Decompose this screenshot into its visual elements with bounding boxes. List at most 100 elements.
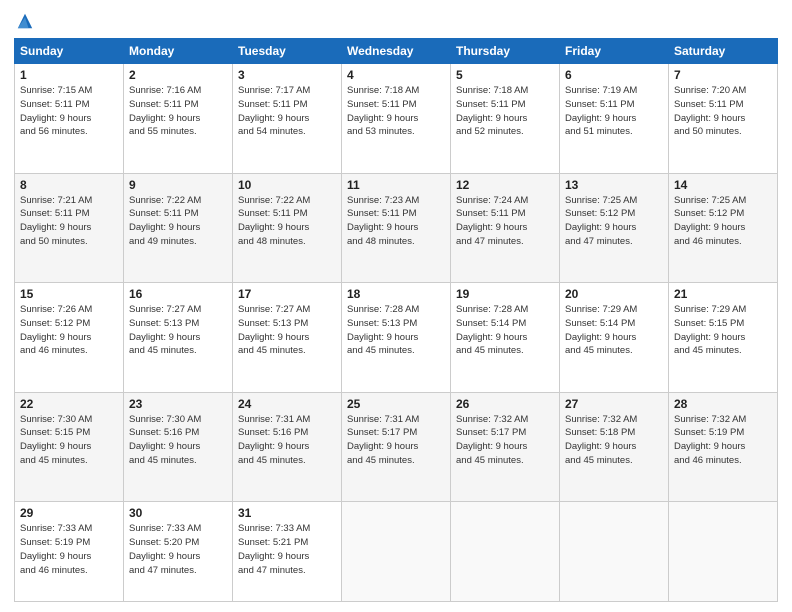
day-info: Sunrise: 7:22 AM Sunset: 5:11 PM Dayligh… bbox=[238, 194, 336, 249]
calendar-cell: 3 Sunrise: 7:17 AM Sunset: 5:11 PM Daylig… bbox=[233, 64, 342, 174]
day-number: 5 bbox=[456, 68, 554, 82]
logo-text bbox=[14, 10, 34, 30]
calendar-cell: 22 Sunrise: 7:30 AM Sunset: 5:15 PM Dayli… bbox=[15, 392, 124, 502]
day-number: 22 bbox=[20, 397, 118, 411]
calendar-cell: 23 Sunrise: 7:30 AM Sunset: 5:16 PM Dayli… bbox=[124, 392, 233, 502]
day-info: Sunrise: 7:15 AM Sunset: 5:11 PM Dayligh… bbox=[20, 84, 118, 139]
day-info: Sunrise: 7:29 AM Sunset: 5:15 PM Dayligh… bbox=[674, 303, 772, 358]
weekday-header: Friday bbox=[560, 39, 669, 64]
day-number: 30 bbox=[129, 506, 227, 520]
calendar-cell: 21 Sunrise: 7:29 AM Sunset: 5:15 PM Dayli… bbox=[669, 283, 778, 393]
day-info: Sunrise: 7:24 AM Sunset: 5:11 PM Dayligh… bbox=[456, 194, 554, 249]
page: SundayMondayTuesdayWednesdayThursdayFrid… bbox=[0, 0, 792, 612]
day-number: 23 bbox=[129, 397, 227, 411]
day-number: 24 bbox=[238, 397, 336, 411]
day-number: 18 bbox=[347, 287, 445, 301]
calendar-cell: 11 Sunrise: 7:23 AM Sunset: 5:11 PM Dayli… bbox=[342, 173, 451, 283]
day-info: Sunrise: 7:33 AM Sunset: 5:21 PM Dayligh… bbox=[238, 522, 336, 577]
day-number: 20 bbox=[565, 287, 663, 301]
calendar-cell: 17Sunrise: 7:27 AM Sunset: 5:13 PM Dayli… bbox=[233, 283, 342, 393]
calendar-cell: 10 Sunrise: 7:22 AM Sunset: 5:11 PM Dayli… bbox=[233, 173, 342, 283]
calendar-cell: 26 Sunrise: 7:32 AM Sunset: 5:17 PM Dayli… bbox=[451, 392, 560, 502]
day-info: Sunrise: 7:32 AM Sunset: 5:17 PM Dayligh… bbox=[456, 413, 554, 468]
calendar-cell: 30 Sunrise: 7:33 AM Sunset: 5:20 PM Dayli… bbox=[124, 502, 233, 602]
calendar-cell: 1Sunrise: 7:15 AM Sunset: 5:11 PM Daylig… bbox=[15, 64, 124, 174]
weekday-header: Sunday bbox=[15, 39, 124, 64]
weekday-header: Saturday bbox=[669, 39, 778, 64]
day-number: 11 bbox=[347, 178, 445, 192]
day-number: 29 bbox=[20, 506, 118, 520]
day-info: Sunrise: 7:30 AM Sunset: 5:16 PM Dayligh… bbox=[129, 413, 227, 468]
day-info: Sunrise: 7:30 AM Sunset: 5:15 PM Dayligh… bbox=[20, 413, 118, 468]
day-number: 8 bbox=[20, 178, 118, 192]
header-row: SundayMondayTuesdayWednesdayThursdayFrid… bbox=[15, 39, 778, 64]
calendar-cell: 7Sunrise: 7:20 AM Sunset: 5:11 PM Daylig… bbox=[669, 64, 778, 174]
day-number: 21 bbox=[674, 287, 772, 301]
weekday-header: Wednesday bbox=[342, 39, 451, 64]
day-number: 9 bbox=[129, 178, 227, 192]
day-info: Sunrise: 7:22 AM Sunset: 5:11 PM Dayligh… bbox=[129, 194, 227, 249]
calendar-cell: 18 Sunrise: 7:28 AM Sunset: 5:13 PM Dayli… bbox=[342, 283, 451, 393]
calendar-cell: 14 Sunrise: 7:25 AM Sunset: 5:12 PM Dayli… bbox=[669, 173, 778, 283]
calendar-cell: 28Sunrise: 7:32 AM Sunset: 5:19 PM Dayli… bbox=[669, 392, 778, 502]
day-info: Sunrise: 7:25 AM Sunset: 5:12 PM Dayligh… bbox=[674, 194, 772, 249]
day-info: Sunrise: 7:17 AM Sunset: 5:11 PM Dayligh… bbox=[238, 84, 336, 139]
day-info: Sunrise: 7:23 AM Sunset: 5:11 PM Dayligh… bbox=[347, 194, 445, 249]
calendar-cell: 2Sunrise: 7:16 AM Sunset: 5:11 PM Daylig… bbox=[124, 64, 233, 174]
calendar-cell: 8 Sunrise: 7:21 AM Sunset: 5:11 PM Daylig… bbox=[15, 173, 124, 283]
day-number: 10 bbox=[238, 178, 336, 192]
day-number: 19 bbox=[456, 287, 554, 301]
day-info: Sunrise: 7:33 AM Sunset: 5:19 PM Dayligh… bbox=[20, 522, 118, 577]
day-number: 14 bbox=[674, 178, 772, 192]
day-info: Sunrise: 7:28 AM Sunset: 5:14 PM Dayligh… bbox=[456, 303, 554, 358]
header bbox=[14, 10, 778, 30]
logo bbox=[14, 10, 34, 30]
calendar-cell: 27 Sunrise: 7:32 AM Sunset: 5:18 PM Dayli… bbox=[560, 392, 669, 502]
weekday-header: Monday bbox=[124, 39, 233, 64]
day-number: 27 bbox=[565, 397, 663, 411]
day-info: Sunrise: 7:33 AM Sunset: 5:20 PM Dayligh… bbox=[129, 522, 227, 577]
day-info: Sunrise: 7:31 AM Sunset: 5:17 PM Dayligh… bbox=[347, 413, 445, 468]
calendar-cell: 16 Sunrise: 7:27 AM Sunset: 5:13 PM Dayli… bbox=[124, 283, 233, 393]
calendar-cell: 20Sunrise: 7:29 AM Sunset: 5:14 PM Dayli… bbox=[560, 283, 669, 393]
day-info: Sunrise: 7:25 AM Sunset: 5:12 PM Dayligh… bbox=[565, 194, 663, 249]
calendar-cell: 29 Sunrise: 7:33 AM Sunset: 5:19 PM Dayli… bbox=[15, 502, 124, 602]
day-info: Sunrise: 7:19 AM Sunset: 5:11 PM Dayligh… bbox=[565, 84, 663, 139]
calendar-cell: 4 Sunrise: 7:18 AM Sunset: 5:11 PM Daylig… bbox=[342, 64, 451, 174]
day-number: 16 bbox=[129, 287, 227, 301]
day-info: Sunrise: 7:26 AM Sunset: 5:12 PM Dayligh… bbox=[20, 303, 118, 358]
day-number: 3 bbox=[238, 68, 336, 82]
day-info: Sunrise: 7:18 AM Sunset: 5:11 PM Dayligh… bbox=[456, 84, 554, 139]
day-number: 12 bbox=[456, 178, 554, 192]
day-number: 26 bbox=[456, 397, 554, 411]
day-number: 15 bbox=[20, 287, 118, 301]
day-info: Sunrise: 7:21 AM Sunset: 5:11 PM Dayligh… bbox=[20, 194, 118, 249]
calendar-cell: 24 Sunrise: 7:31 AM Sunset: 5:16 PM Dayli… bbox=[233, 392, 342, 502]
day-number: 4 bbox=[347, 68, 445, 82]
day-info: Sunrise: 7:27 AM Sunset: 5:13 PM Dayligh… bbox=[129, 303, 227, 358]
day-number: 25 bbox=[347, 397, 445, 411]
calendar-cell: 5 Sunrise: 7:18 AM Sunset: 5:11 PM Daylig… bbox=[451, 64, 560, 174]
calendar-cell bbox=[451, 502, 560, 602]
calendar-cell: 19 Sunrise: 7:28 AM Sunset: 5:14 PM Dayli… bbox=[451, 283, 560, 393]
calendar-cell: 13 Sunrise: 7:25 AM Sunset: 5:12 PM Dayli… bbox=[560, 173, 669, 283]
day-info: Sunrise: 7:31 AM Sunset: 5:16 PM Dayligh… bbox=[238, 413, 336, 468]
calendar-cell: 31 Sunrise: 7:33 AM Sunset: 5:21 PM Dayli… bbox=[233, 502, 342, 602]
day-info: Sunrise: 7:32 AM Sunset: 5:18 PM Dayligh… bbox=[565, 413, 663, 468]
calendar-cell bbox=[342, 502, 451, 602]
day-number: 17 bbox=[238, 287, 336, 301]
day-number: 6 bbox=[565, 68, 663, 82]
calendar-cell: 15 Sunrise: 7:26 AM Sunset: 5:12 PM Dayli… bbox=[15, 283, 124, 393]
day-number: 28 bbox=[674, 397, 772, 411]
day-info: Sunrise: 7:18 AM Sunset: 5:11 PM Dayligh… bbox=[347, 84, 445, 139]
calendar-cell: 25 Sunrise: 7:31 AM Sunset: 5:17 PM Dayli… bbox=[342, 392, 451, 502]
logo-icon bbox=[16, 12, 34, 30]
calendar-table: SundayMondayTuesdayWednesdayThursdayFrid… bbox=[14, 38, 778, 602]
calendar-cell bbox=[669, 502, 778, 602]
day-number: 31 bbox=[238, 506, 336, 520]
weekday-header: Tuesday bbox=[233, 39, 342, 64]
calendar-cell: 12 Sunrise: 7:24 AM Sunset: 5:11 PM Dayli… bbox=[451, 173, 560, 283]
day-number: 13 bbox=[565, 178, 663, 192]
calendar-cell: 9 Sunrise: 7:22 AM Sunset: 5:11 PM Daylig… bbox=[124, 173, 233, 283]
day-info: Sunrise: 7:28 AM Sunset: 5:13 PM Dayligh… bbox=[347, 303, 445, 358]
